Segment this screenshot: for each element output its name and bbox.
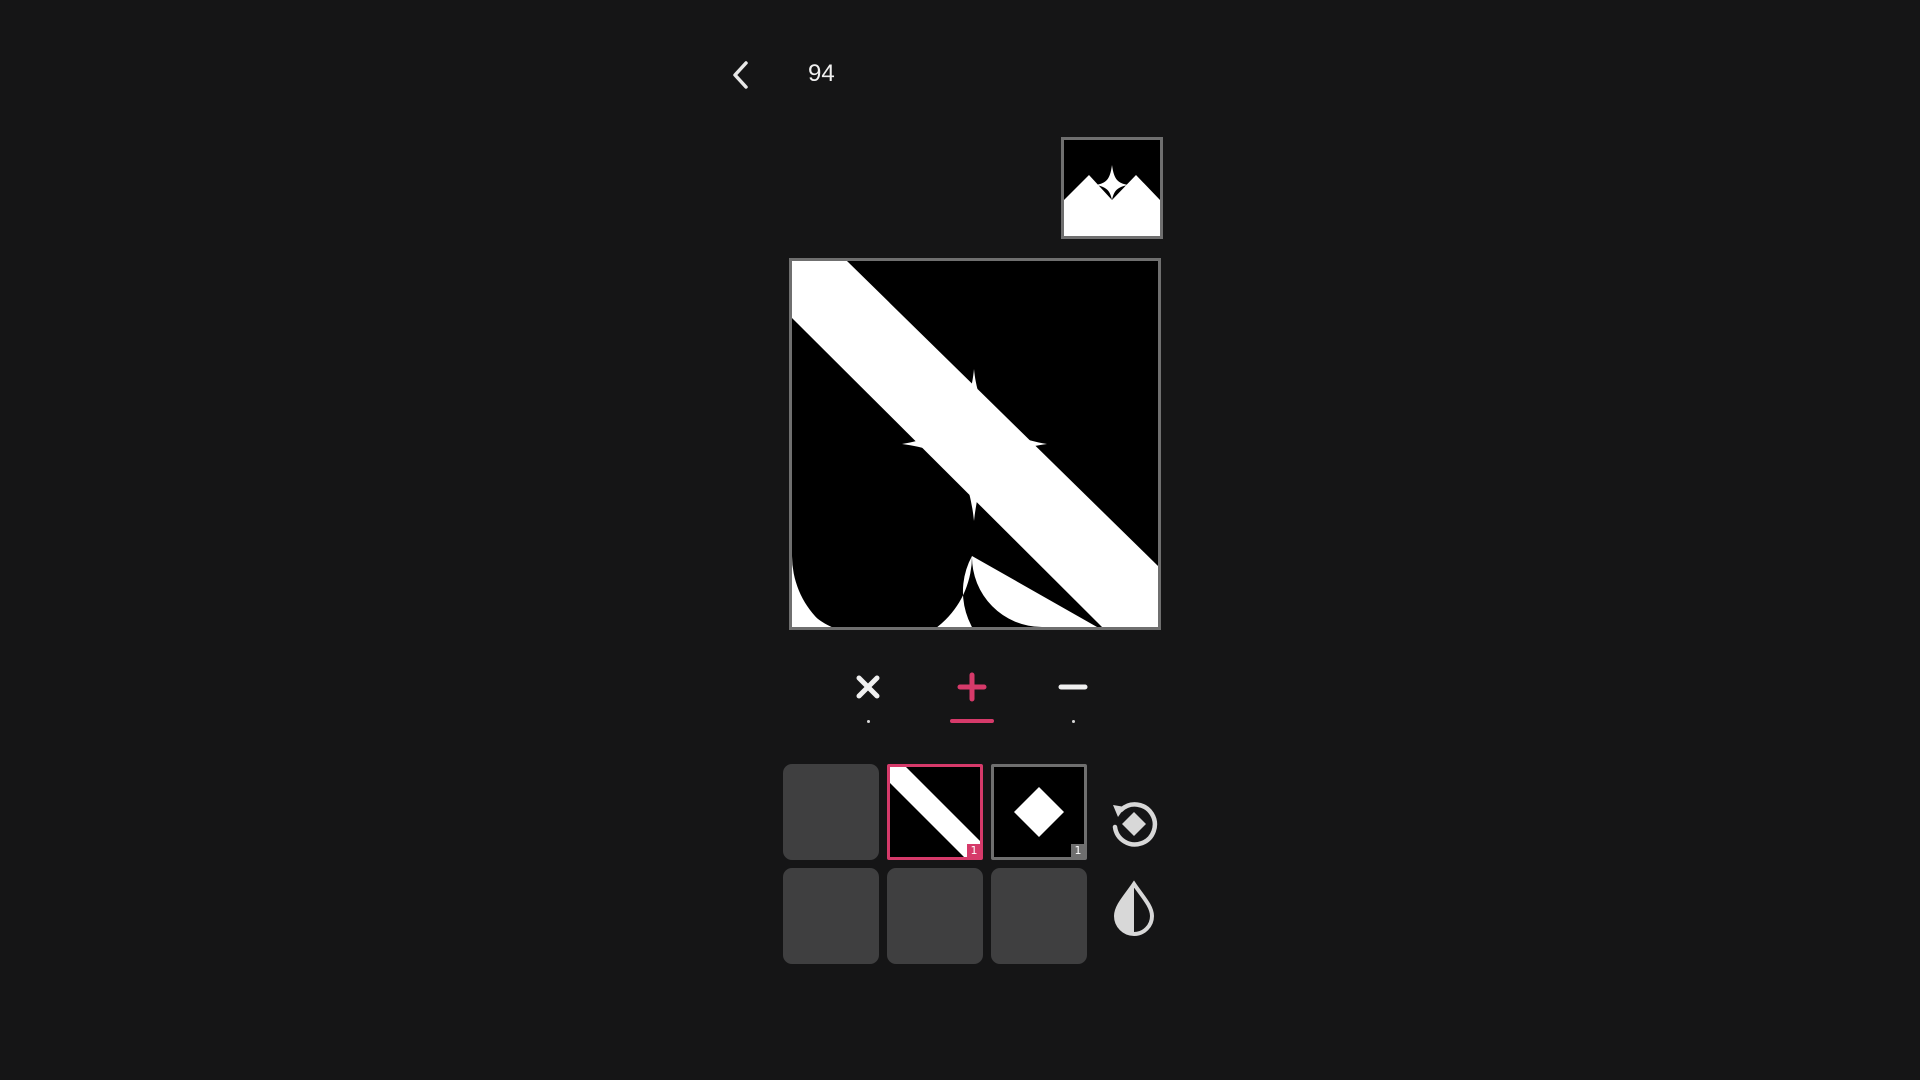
shape-slot-empty[interactable] <box>783 868 879 964</box>
op-indicator-dot <box>866 720 870 723</box>
rotate-diamond-icon <box>1112 802 1158 847</box>
slot-count-badge: 1 <box>1071 844 1085 858</box>
game-screen: 94 1 1 <box>0 0 1920 1080</box>
shape-slot-empty[interactable] <box>991 868 1087 964</box>
rotate-button[interactable] <box>1106 796 1162 852</box>
intersect-op-button[interactable] <box>838 662 898 728</box>
shape-slot-empty[interactable] <box>887 868 983 964</box>
invert-drop-icon <box>1113 880 1155 936</box>
shape-slot-diagonal-stripe[interactable]: 1 <box>887 764 983 860</box>
drawing-canvas[interactable] <box>789 258 1161 630</box>
level-number: 94 <box>808 60 835 87</box>
invert-button[interactable] <box>1106 880 1162 936</box>
selected-op-underline <box>950 719 994 723</box>
chevron-left-icon <box>733 61 748 89</box>
minus-icon <box>1058 684 1088 690</box>
back-button[interactable] <box>724 58 758 92</box>
canvas-shape <box>792 261 1158 627</box>
shape-slot-diamond[interactable]: 1 <box>991 764 1087 860</box>
mountain-star-target-icon <box>1064 140 1160 236</box>
add-op-button[interactable] <box>942 662 1002 728</box>
target-preview <box>1061 137 1163 239</box>
slot-count-badge: 1 <box>967 844 981 858</box>
plus-icon <box>957 672 987 702</box>
subtract-op-button[interactable] <box>1043 662 1103 728</box>
x-icon <box>856 675 880 699</box>
shape-slot-empty[interactable] <box>783 764 879 860</box>
op-indicator-dot <box>1071 720 1075 723</box>
